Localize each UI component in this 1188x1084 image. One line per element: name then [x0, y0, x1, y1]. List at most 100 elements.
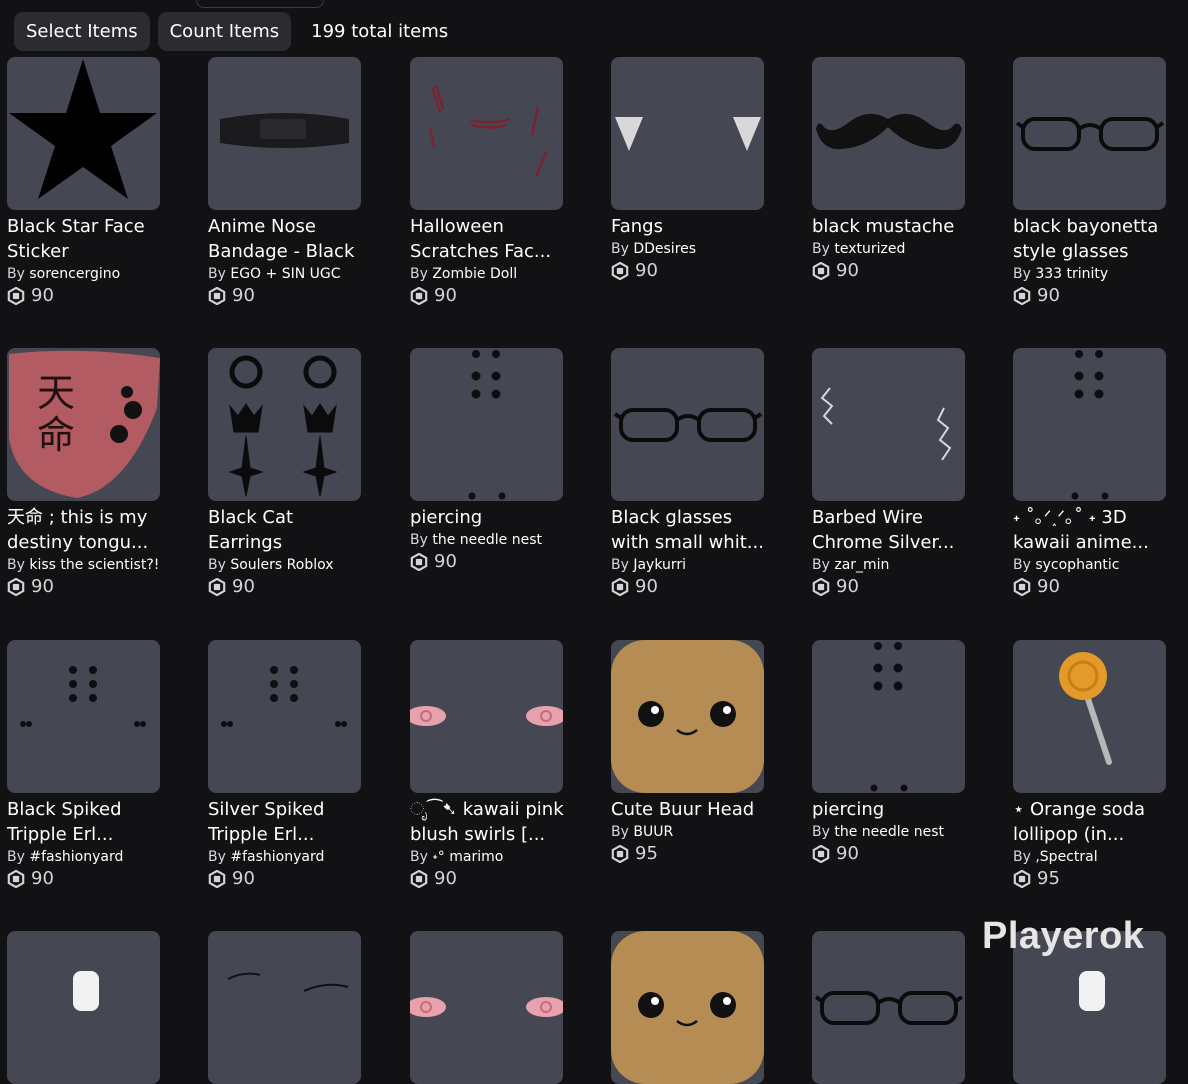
- item-name[interactable]: Black Star Face Sticker: [7, 214, 167, 264]
- item-name[interactable]: Black glasses with small whit...: [611, 505, 771, 555]
- piercing-icon: [812, 640, 965, 793]
- item-name[interactable]: ⋆ Orange soda lollipop (in...: [1013, 797, 1173, 847]
- glasses-icon: [1013, 57, 1166, 210]
- creator-name[interactable]: sorencergino: [29, 266, 120, 282]
- item-creator: By ˖° marimo: [410, 849, 563, 865]
- item-card[interactable]: Barbed Wire Chrome Silver... By zar_min 90: [812, 348, 965, 597]
- creator-name[interactable]: the needle nest: [834, 824, 944, 840]
- item-thumbnail[interactable]: [7, 57, 160, 210]
- item-name[interactable]: Cute Buur Head: [611, 797, 771, 822]
- item-card[interactable]: black bayonetta style glasses By 333 trin…: [1013, 57, 1166, 306]
- creator-name[interactable]: BUUR: [633, 824, 673, 840]
- item-name[interactable]: piercing: [410, 505, 570, 530]
- item-name[interactable]: Fangs: [611, 214, 771, 239]
- glasses-icon: [611, 348, 764, 501]
- by-label: By: [208, 266, 226, 282]
- item-card[interactable]: ⋆ Orange soda lollipop (in... By ,Spectra…: [1013, 640, 1166, 889]
- item-thumbnail[interactable]: [410, 931, 563, 1084]
- creator-name[interactable]: ,Spectral: [1035, 849, 1097, 865]
- item-price: 90: [208, 576, 361, 597]
- creator-name[interactable]: kiss the scientist?!: [29, 557, 159, 573]
- creator-name[interactable]: #fashionyard: [230, 849, 324, 865]
- item-card[interactable]: Halloween Scratches Fac... By Zombie Doll…: [410, 57, 563, 306]
- item-name[interactable]: black bayonetta style glasses: [1013, 214, 1173, 264]
- item-thumbnail[interactable]: [1013, 640, 1166, 793]
- creator-name[interactable]: Zombie Doll: [432, 266, 517, 282]
- item-card[interactable]: ೃ⁀➷ kawaii pink blush swirls [... By ˖° m…: [410, 640, 564, 889]
- creator-name[interactable]: the needle nest: [432, 532, 542, 548]
- item-card[interactable]: Anime Nose Bandage - Black By EGO + SIN U…: [208, 57, 361, 306]
- item-name[interactable]: Barbed Wire Chrome Silver...: [812, 505, 972, 555]
- item-thumbnail[interactable]: [410, 57, 563, 210]
- item-thumbnail[interactable]: [812, 57, 965, 210]
- item-name[interactable]: 天命 ; this is my destiny tongu...: [7, 505, 167, 555]
- item-card[interactable]: [410, 931, 563, 1084]
- item-thumbnail[interactable]: [812, 348, 965, 501]
- by-label: By: [1013, 266, 1031, 282]
- robux-icon: [208, 870, 226, 888]
- creator-name[interactable]: ˖° marimo: [432, 849, 503, 865]
- creator-name[interactable]: zar_min: [834, 557, 889, 573]
- item-card[interactable]: 天命天命 ; this is my destiny tongu... By kis…: [7, 348, 160, 597]
- item-thumbnail[interactable]: [812, 640, 965, 793]
- accessory-icon: [7, 931, 160, 1084]
- creator-name[interactable]: Jaykurri: [633, 557, 686, 573]
- item-card[interactable]: Black Star Face Sticker By sorencergino 90: [7, 57, 160, 306]
- item-thumbnail[interactable]: [1013, 57, 1166, 210]
- glasses-icon: [812, 931, 965, 1084]
- creator-name[interactable]: Soulers Roblox: [230, 557, 333, 573]
- item-name[interactable]: Silver Spiked Tripple Erl...: [208, 797, 368, 847]
- item-card[interactable]: Fangs By DDesires 90: [611, 57, 764, 281]
- creator-name[interactable]: DDesires: [633, 241, 696, 257]
- item-name[interactable]: Anime Nose Bandage - Black: [208, 214, 368, 264]
- item-card[interactable]: black mustache By texturized 90: [812, 57, 965, 281]
- count-items-button[interactable]: Count Items: [157, 12, 292, 51]
- item-name[interactable]: ˖ ˚｡ᐟ˰ᐟ｡˚ ˖ 3D kawaii anime...: [1013, 505, 1173, 555]
- item-card[interactable]: ˖ ˚｡ᐟ˰ᐟ｡˚ ˖ 3D kawaii anime... By sycopha…: [1013, 348, 1166, 597]
- item-price: 95: [611, 843, 764, 864]
- item-card[interactable]: Silver Spiked Tripple Erl... By #fashiony…: [208, 640, 361, 889]
- item-thumbnail[interactable]: [208, 57, 361, 210]
- item-thumbnail[interactable]: 天命: [7, 348, 160, 501]
- item-name[interactable]: Black Cat Earrings: [208, 505, 368, 555]
- item-card[interactable]: Black Spiked Tripple Erl... By #fashionya…: [7, 640, 160, 889]
- item-thumbnail[interactable]: [208, 640, 361, 793]
- item-thumbnail[interactable]: [812, 931, 965, 1084]
- creator-name[interactable]: 333 trinity: [1035, 266, 1108, 282]
- barbed-wire-icon: [812, 348, 965, 501]
- item-name[interactable]: Black Spiked Tripple Erl...: [7, 797, 167, 847]
- item-thumbnail[interactable]: [611, 640, 764, 793]
- creator-name[interactable]: EGO + SIN UGC: [230, 266, 340, 282]
- item-card[interactable]: piercing By the needle nest 90: [812, 640, 965, 864]
- select-items-button[interactable]: Select Items: [14, 12, 150, 51]
- item-thumbnail[interactable]: [7, 640, 160, 793]
- price-value: 90: [836, 843, 859, 864]
- price-value: 90: [232, 576, 255, 597]
- piercing-icon: [410, 348, 563, 501]
- item-card[interactable]: Cute Buur Head By BUUR 95: [611, 640, 764, 864]
- item-name[interactable]: Halloween Scratches Fac...: [410, 214, 570, 264]
- item-thumbnail[interactable]: [611, 348, 764, 501]
- item-thumbnail[interactable]: [7, 931, 160, 1084]
- item-thumbnail[interactable]: [1013, 348, 1166, 501]
- item-card[interactable]: piercing By the needle nest 90: [410, 348, 563, 572]
- item-name[interactable]: black mustache: [812, 214, 972, 239]
- item-thumbnail[interactable]: [410, 348, 563, 501]
- blush-icon: [410, 640, 563, 793]
- item-name[interactable]: piercing: [812, 797, 972, 822]
- creator-name[interactable]: texturized: [834, 241, 905, 257]
- item-thumbnail[interactable]: [208, 931, 361, 1084]
- creator-name[interactable]: #fashionyard: [29, 849, 123, 865]
- item-card[interactable]: [611, 931, 764, 1084]
- item-thumbnail[interactable]: [208, 348, 361, 501]
- item-thumbnail[interactable]: [611, 931, 764, 1084]
- item-card[interactable]: [208, 931, 361, 1084]
- item-card[interactable]: Black glasses with small whit... By Jayku…: [611, 348, 764, 597]
- item-card[interactable]: [812, 931, 965, 1084]
- item-card[interactable]: Black Cat Earrings By Soulers Roblox 90: [208, 348, 361, 597]
- item-thumbnail[interactable]: [611, 57, 764, 210]
- item-thumbnail[interactable]: [410, 640, 563, 793]
- item-card[interactable]: [7, 931, 160, 1084]
- creator-name[interactable]: sycophantic: [1035, 557, 1119, 573]
- item-name[interactable]: ೃ⁀➷ kawaii pink blush swirls [...: [410, 797, 570, 847]
